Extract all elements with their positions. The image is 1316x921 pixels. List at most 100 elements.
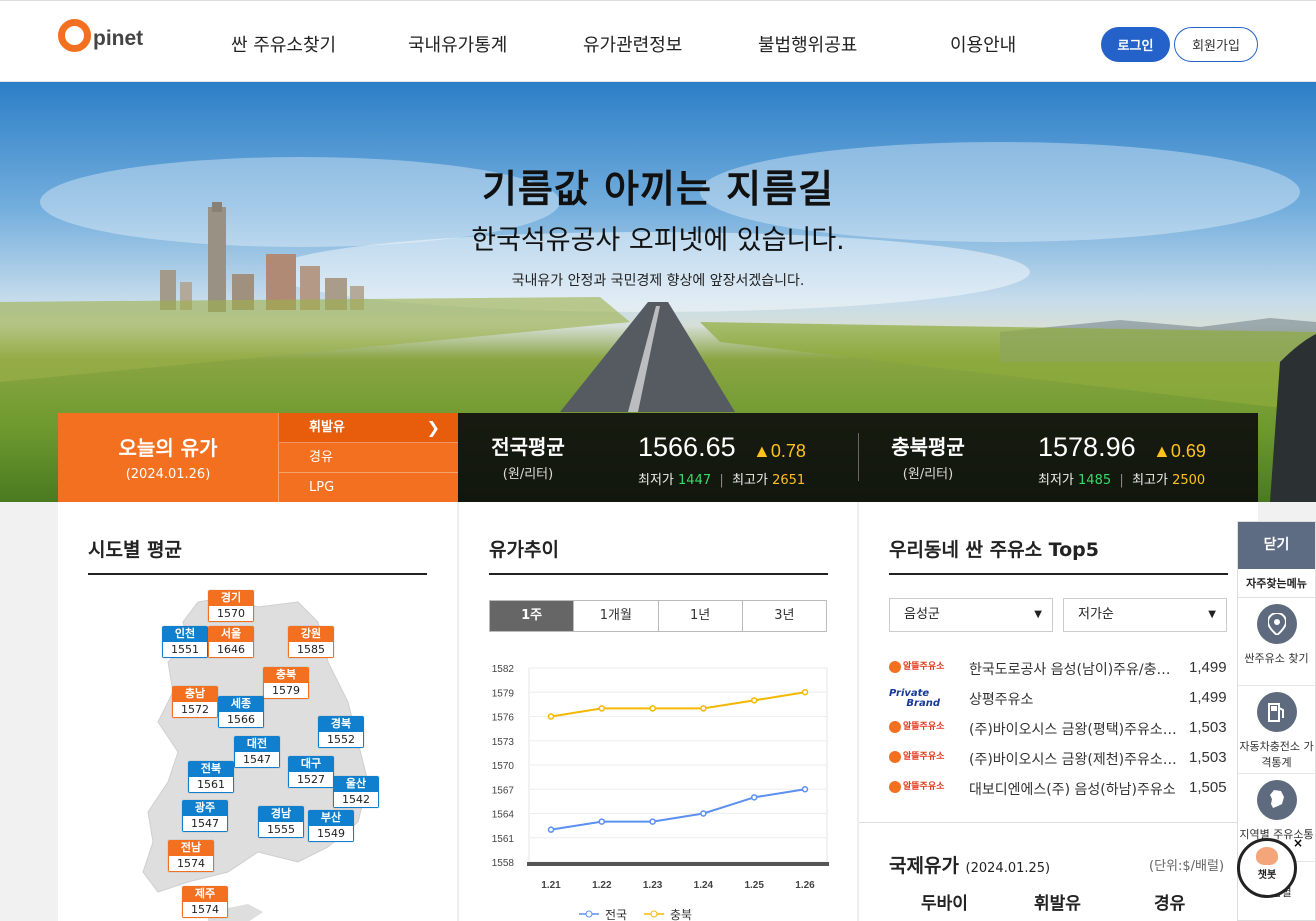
join-button[interactable]: 회원가입: [1174, 27, 1258, 62]
fuel-tab-label: 휘발유: [309, 420, 345, 435]
station-price: 1,505: [1189, 779, 1227, 796]
city-badge[interactable]: 서울 1646: [208, 626, 254, 658]
city-name: 울산: [333, 776, 379, 792]
tab-1year[interactable]: 1년: [657, 601, 742, 631]
data-point: [649, 705, 656, 712]
city-badge[interactable]: 인천 1551: [162, 626, 208, 658]
city-value: 1574: [182, 902, 228, 918]
city-badge[interactable]: 강원 1585: [288, 626, 334, 658]
city-name: 인천: [162, 626, 208, 642]
tab-3year[interactable]: 3년: [741, 601, 826, 631]
x-tick-label: 1.23: [643, 880, 663, 891]
min-label: 최저가: [1038, 473, 1074, 488]
station-row[interactable]: 알뜰주유소 대보디엔에스(주) 음성(하남)주유소 1,505: [889, 773, 1229, 803]
intl-col-dubai: 두바이: [921, 894, 968, 914]
tab-1week[interactable]: 1주: [490, 601, 574, 631]
region-select[interactable]: 음성군 ▼: [889, 598, 1053, 632]
legend-label: 충북: [670, 908, 692, 921]
intl-unit: (단위:$/배럴): [1149, 859, 1225, 874]
today-price-box: 오늘의 유가 (2024.01.26): [58, 413, 278, 502]
divider: [858, 433, 859, 481]
national-max: 2651: [772, 473, 806, 488]
data-point: [598, 705, 606, 712]
logo[interactable]: pinet: [58, 19, 143, 52]
quick-item-cheap-station[interactable]: 싼주유소 찾기: [1238, 598, 1315, 686]
quick-item-label: 자동차충전소 가격통계: [1239, 740, 1314, 769]
city-badge[interactable]: 전남 1574: [168, 840, 214, 872]
order-select[interactable]: 저가순 ▼: [1063, 598, 1227, 632]
nav-oil-info[interactable]: 유가관련정보: [583, 31, 682, 57]
national-unit: (원/리터): [502, 467, 554, 482]
station-price: 1,503: [1189, 719, 1227, 736]
city-badge[interactable]: 세종 1566: [218, 696, 264, 728]
station-row[interactable]: 알뜰주유소 (주)바이오시스 금왕(제천)주유소 방향 1,503: [889, 743, 1229, 773]
caret-down-icon: ▼: [1208, 609, 1216, 620]
city-badge[interactable]: 경북 1552: [318, 716, 364, 748]
city-badge[interactable]: 전북 1561: [188, 761, 234, 793]
chevron-right-icon: ❯: [426, 418, 440, 437]
nav-guide[interactable]: 이용안내: [950, 31, 1016, 57]
city-name: 제주: [182, 886, 228, 902]
quick-item-charge-stats[interactable]: 자동차충전소 가격통계: [1238, 686, 1315, 774]
station-row[interactable]: Private Brand 상평주유소 1,499: [889, 683, 1229, 713]
city-value: 1527: [288, 772, 334, 788]
trend-panel: 유가추이 1주 1개월 1년 3년 1582 1579 1576 1573 1570 15…: [458, 502, 857, 921]
region-label: 충북평균: [891, 435, 965, 459]
y-tick-label: 1564: [492, 810, 515, 821]
city-value: 1551: [162, 642, 208, 658]
intl-col-diesel: 경유: [1154, 894, 1186, 914]
station-row[interactable]: 알뜰주유소 (주)바이오시스 금왕(평택)주유소 방향 1,503: [889, 713, 1229, 743]
tab-1month[interactable]: 1개월: [573, 601, 657, 631]
city-badge[interactable]: 부산 1549: [308, 810, 354, 842]
x-tick-label: 1.25: [744, 880, 764, 891]
city-name: 경북: [318, 716, 364, 732]
y-tick-label: 1561: [492, 834, 515, 845]
nav-find-cheap[interactable]: 싼 주유소찾기: [231, 31, 336, 57]
city-badge[interactable]: 충북 1579: [263, 667, 309, 699]
data-point: [547, 826, 555, 833]
legend-marker: [650, 910, 658, 918]
data-point: [750, 794, 758, 801]
sido-title: 시도별 평균: [88, 539, 183, 561]
city-badge[interactable]: 울산 1542: [333, 776, 379, 808]
city-badge[interactable]: 경남 1555: [258, 806, 304, 838]
fuel-tab-diesel[interactable]: 경유: [278, 443, 458, 473]
city-badge[interactable]: 광주 1547: [182, 800, 228, 832]
station-row[interactable]: 알뜰주유소 한국도로공사 음성(남이)주유/충주방향 1,499: [889, 653, 1229, 683]
fuel-tabs: 휘발유 ❯ 경유 LPG: [278, 413, 458, 503]
city-badge[interactable]: 대전 1547: [234, 736, 280, 768]
region-price: 1578.96: [1038, 432, 1136, 462]
station-name: (주)바이오시스 금왕(제천)주유소 방향: [969, 752, 1181, 768]
y-tick-label: 1576: [492, 713, 515, 724]
login-button[interactable]: 로그인: [1101, 27, 1170, 62]
hero-title: 기름값 아끼는 지름길: [481, 167, 835, 211]
city-badge[interactable]: 충남 1572: [172, 686, 218, 718]
city-badge[interactable]: 대구 1527: [288, 756, 334, 788]
header: pinet 싼 주유소찾기 국내유가통계 유가관련정보 불법행위공표 이용안내 …: [0, 0, 1316, 82]
nav-illegal[interactable]: 불법행위공표: [758, 31, 857, 57]
city-name: 충남: [172, 686, 218, 702]
station-name: 한국도로공사 음성(남이)주유/충주방향: [969, 662, 1181, 678]
quick-close-button[interactable]: 닫기: [1238, 522, 1315, 569]
city-value: 1574: [168, 856, 214, 872]
fuel-tab-gasoline[interactable]: 휘발유 ❯: [278, 413, 458, 443]
top5-panel: 우리동네 싼 주유소 Top5 음성군 ▼ 저가순 ▼ 알뜰주유소 한국도로공사 …: [858, 502, 1259, 921]
station-name: (주)바이오시스 금왕(평택)주유소 방향: [969, 722, 1181, 738]
x-tick-label: 1.24: [694, 880, 714, 891]
price-summary-bar: 전국평균 (원/리터) 1566.65 ▲0.78 최저가 1447 | 최고가…: [458, 413, 1258, 502]
chatbot-button[interactable]: 챗봇: [1237, 838, 1297, 898]
intl-price-section: 국제유가 (2024.01.25) (단위:$/배럴) 두바이 휘발유 경유: [859, 822, 1259, 921]
nav-domestic-stats[interactable]: 국내유가통계: [408, 31, 507, 57]
city-badge[interactable]: 제주 1574: [182, 886, 228, 918]
city-badge[interactable]: 경기 1570: [208, 590, 254, 622]
quick-title: 자주찾는메뉴: [1238, 569, 1315, 598]
map-pin-icon: [1256, 604, 1297, 644]
national-change: ▲0.78: [753, 441, 806, 461]
fuel-tab-lpg[interactable]: LPG: [278, 473, 458, 503]
y-tick-label: 1570: [492, 761, 515, 772]
station-price: 1,499: [1189, 659, 1227, 676]
close-icon[interactable]: ×: [1293, 836, 1303, 850]
city-value: 1547: [182, 816, 228, 832]
city-value: 1561: [188, 777, 234, 793]
intl-title-text: 국제유가: [889, 855, 959, 877]
